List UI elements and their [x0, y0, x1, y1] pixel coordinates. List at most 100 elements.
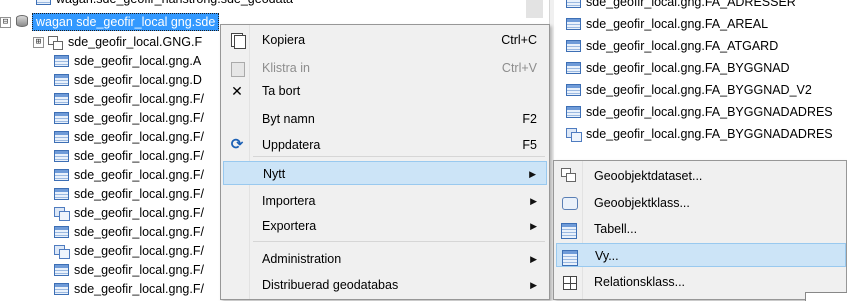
menu-item-label: Administration — [262, 252, 342, 266]
menu-item-export[interactable]: Exportera ▶ — [223, 214, 547, 238]
table-icon — [54, 55, 69, 67]
table-icon — [566, 0, 581, 8]
menu-item-delete[interactable]: ✕ Ta bort — [223, 79, 547, 103]
table-icon — [566, 40, 581, 52]
tree-item-label: sde_geofir_local.gng.F/ — [74, 206, 204, 220]
table-icon — [54, 131, 69, 143]
submenu-arrow-icon: ▶ — [529, 169, 536, 179]
submenu-arrow-icon: ▶ — [530, 221, 537, 231]
content-item-label: sde_geofir_local.gng.FA_ADRESSER — [586, 0, 796, 9]
menu-item-label: Distribuerad geodatabas — [262, 278, 399, 292]
table-icon — [566, 84, 581, 96]
tree-item-label: sde_geofir_local.gng.F/ — [74, 225, 204, 239]
feature-class-icon — [54, 206, 70, 221]
menu-item-paste[interactable]: Klistra in Ctrl+V — [223, 56, 547, 80]
expand-icon[interactable]: ⊞ — [33, 36, 44, 48]
feature-dataset-icon — [561, 168, 577, 184]
tree-item-label: sde_geofir_local.GNG.F — [68, 35, 203, 49]
tree-item[interactable]: sde_geofir_local.gng.F/ — [54, 89, 204, 109]
tree-item-label: sde_geofir_local.gng.F/ — [74, 263, 204, 277]
tree-item[interactable]: ⊞ sde_geofir_local.GNG.F — [33, 32, 202, 52]
tree-item[interactable]: sde_geofir_local.gng.F/ — [54, 108, 204, 128]
tree-item-label: sde_geofir_local.gng.F/ — [74, 130, 204, 144]
tree-row-label: wagan.sde_geofir_hanstrong.sde_geodata — [56, 0, 293, 9]
menu-separator — [253, 241, 545, 242]
submenu-arrow-icon: ▶ — [530, 254, 537, 264]
submenu-item-table[interactable]: Tabell... — [556, 217, 846, 241]
tree-item-label: sde_geofir_local.gng.F/ — [74, 168, 204, 182]
table-icon — [566, 62, 581, 74]
menu-item-distributed-geodatabase[interactable]: Distribuerad geodatabas ▶ — [223, 273, 547, 297]
paste-icon — [229, 60, 245, 77]
tree-item[interactable]: sde_geofir_local.gng.F/ — [54, 127, 204, 147]
content-item[interactable]: sde_geofir_local.gng.FA_ATGARD — [566, 35, 778, 57]
menu-item-label: Ta bort — [262, 84, 301, 98]
content-item[interactable]: sde_geofir_local.gng.FA_BYGGNADADRES — [566, 123, 833, 145]
tree-item-label: sde_geofir_local.gng.A — [74, 54, 202, 68]
content-item[interactable]: sde_geofir_local.gng.FA_AREAL — [566, 13, 768, 35]
refresh-icon: ⟳ — [230, 136, 244, 153]
content-item[interactable]: sde_geofir_local.gng.FA_BYGGNAD — [566, 57, 790, 79]
menu-item-shortcut: F5 — [522, 138, 537, 152]
tree-item-label: sde_geofir_local.gng.F/ — [74, 149, 204, 163]
tree-item[interactable]: sde_geofir_local.gng.F/ — [54, 165, 204, 185]
delete-icon: ✕ — [231, 83, 243, 99]
tree-item[interactable]: sde_geofir_local.gng.F/ — [54, 260, 204, 280]
tree-item[interactable]: sde_geofir_local.gng.F/ — [54, 279, 204, 299]
tree-root-connection[interactable]: ⊟ wagan sde_geofir_local gng.sde — [0, 12, 220, 32]
tree-item-label: sde_geofir_local.gng.F/ — [74, 111, 204, 125]
table-icon — [54, 283, 69, 295]
tree-item-label: sde_geofir_local.gng.F/ — [74, 244, 204, 258]
submenu-arrow-icon: ▶ — [530, 280, 537, 290]
menu-item-shortcut: Ctrl+V — [501, 61, 537, 75]
content-item-label: sde_geofir_local.gng.FA_BYGGNAD — [586, 61, 790, 75]
menu-item-label: Exportera — [262, 219, 317, 233]
content-item[interactable]: sde_geofir_local.gng.FA_BYGGNAD_V2 — [566, 79, 812, 101]
relationship-class-icon — [561, 274, 577, 290]
menu-item-administration[interactable]: Administration ▶ — [223, 247, 547, 271]
scrollbar-thumb[interactable] — [526, 0, 543, 18]
content-item-label: sde_geofir_local.gng.FA_ATGARD — [586, 39, 779, 53]
submenu-item-label: Tabell... — [594, 222, 638, 236]
feature-class-icon — [561, 195, 578, 211]
table-icon — [561, 223, 577, 239]
submenu-item-relationship-class[interactable]: Relationsklass... — [556, 270, 846, 294]
tree-item[interactable]: sde_geofir_local.gng.F/ — [54, 146, 204, 166]
submenu-item-feature-class[interactable]: Geoobjektklass... — [556, 191, 846, 215]
content-item[interactable]: sde_geofir_local.gng.FA_BYGGNADADRES — [566, 101, 833, 123]
menu-item-refresh[interactable]: ⟳ Uppdatera F5 — [223, 133, 547, 157]
submenu-item-feature-dataset[interactable]: Geoobjektdataset... — [556, 164, 846, 188]
menu-item-rename[interactable]: Byt namn F2 — [223, 107, 547, 131]
submenu-item-view[interactable]: Vy... — [556, 243, 846, 267]
tree-item[interactable]: sde_geofir_local.gng.F/ — [54, 222, 204, 242]
feature-class-icon — [54, 244, 70, 259]
tree-row-cut[interactable]: wagan.sde_geofir_hanstrong.sde_geodata — [36, 0, 293, 9]
tree-item[interactable]: sde_geofir_local.gng.F/ — [54, 241, 204, 261]
new-submenu: Geoobjektdataset... Geoobjektklass... Tabe… — [553, 160, 847, 300]
table-icon — [54, 169, 69, 181]
menu-item-import[interactable]: Importera ▶ — [223, 189, 547, 213]
content-item-label: sde_geofir_local.gng.FA_BYGGNADADRES — [586, 127, 833, 141]
submenu-arrow-icon: ▶ — [530, 196, 537, 206]
table-icon — [54, 264, 69, 276]
table-icon — [566, 106, 581, 118]
tree-item[interactable]: sde_geofir_local.gng.F/ — [54, 203, 204, 223]
menu-item-new[interactable]: Nytt ▶ — [223, 161, 547, 185]
table-icon — [566, 18, 581, 30]
tree-item[interactable]: sde_geofir_local.gng.D — [54, 70, 202, 90]
tree-item-label: sde_geofir_local.gng.F/ — [74, 92, 204, 106]
content-item-label: sde_geofir_local.gng.FA_BYGGNAD_V2 — [586, 83, 812, 97]
table-icon — [54, 150, 69, 162]
menu-item-shortcut: F2 — [522, 112, 537, 126]
menu-item-label: Importera — [262, 194, 316, 208]
content-item-label: sde_geofir_local.gng.FA_BYGGNADADRES — [586, 105, 833, 119]
tree-item[interactable]: sde_geofir_local.gng.F/ — [54, 184, 204, 204]
submenu-item-label: Geoobjektdataset... — [594, 169, 703, 183]
menu-item-label: Kopiera — [262, 33, 306, 47]
menu-item-shortcut: Ctrl+C — [501, 33, 537, 47]
content-item[interactable]: sde_geofir_local.gng.FA_ADRESSER — [566, 0, 796, 13]
menu-item-copy[interactable]: Kopiera Ctrl+C — [223, 28, 547, 52]
collapse-icon[interactable]: ⊟ — [0, 16, 11, 28]
tree-root-label[interactable]: wagan sde_geofir_local gng.sde — [32, 13, 220, 31]
tree-item[interactable]: sde_geofir_local.gng.A — [54, 51, 201, 71]
